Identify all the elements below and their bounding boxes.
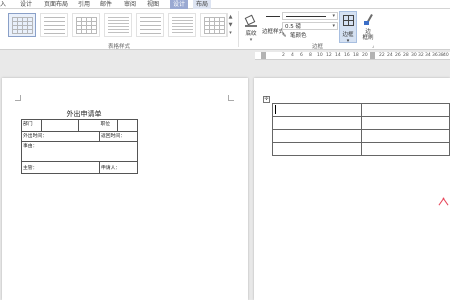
table-styles-gallery bbox=[8, 13, 238, 43]
ribbon-separator bbox=[238, 11, 239, 47]
ruler-tick: 30 bbox=[411, 53, 417, 58]
ruler-tick: 40 bbox=[443, 53, 449, 58]
table-cell[interactable] bbox=[360, 116, 450, 130]
tab-references[interactable]: 引用 bbox=[78, 0, 90, 9]
empty-table[interactable] bbox=[272, 103, 450, 156]
ribbon-tab-bar: 入 设计 页面布局 引用 邮件 审阅 视图 设计 布局 bbox=[0, 0, 450, 9]
ruler-tick: 18 bbox=[353, 53, 359, 58]
form-cell[interactable]: 外出时间： bbox=[21, 131, 100, 142]
text-cursor bbox=[275, 105, 276, 114]
page-corner-mark bbox=[15, 95, 21, 101]
form-cell[interactable]: 事由： bbox=[21, 141, 138, 162]
ruler-tick: 16 bbox=[344, 53, 350, 58]
ruler-column-marker[interactable] bbox=[370, 52, 375, 59]
shading-label: 底纹 bbox=[245, 31, 257, 37]
ruler-tick: 20 bbox=[362, 53, 368, 58]
ruler-tick: 2 bbox=[282, 53, 285, 58]
application-form-table[interactable]: 部门 职位 外出时间： 返回时间： 事由： 主管： 申请人： bbox=[21, 119, 138, 174]
borders-icon bbox=[342, 15, 354, 26]
form-cell[interactable]: 返回时间： bbox=[99, 131, 138, 142]
tab-review[interactable]: 审阅 bbox=[124, 0, 136, 9]
table-cell[interactable] bbox=[360, 103, 450, 117]
chevron-down-icon: ▾ bbox=[332, 23, 335, 29]
ruler-indent-marker[interactable] bbox=[261, 52, 266, 59]
gallery-scroll: ▲ ▼ ▾ bbox=[226, 13, 234, 37]
ruler-tick: 28 bbox=[403, 53, 409, 58]
tab-view[interactable]: 视图 bbox=[147, 0, 159, 9]
form-cell[interactable] bbox=[117, 119, 138, 132]
table-style-medium-grid[interactable] bbox=[200, 13, 228, 37]
form-cell[interactable]: 申请人： bbox=[99, 161, 138, 174]
pen-color-icon: ✎ bbox=[282, 33, 287, 39]
table-style-light-shading[interactable] bbox=[104, 13, 132, 37]
gallery-more-icon[interactable]: ▾ bbox=[227, 29, 234, 37]
dialog-launcher-icon[interactable]: ⌟ bbox=[372, 43, 374, 49]
pen-settings: ▾ 0.5 磅 ▾ ✎ 笔颜色 bbox=[282, 12, 338, 42]
horizontal-ruler[interactable]: 2 4 6 8 10 12 14 16 18 20 22 24 26 28 30… bbox=[255, 52, 450, 60]
border-styles-button[interactable]: 边框样式 bbox=[262, 11, 284, 43]
ruler-tick: 36 bbox=[432, 53, 438, 58]
ribbon: ▲ ▼ ▾ 表格样式 底纹 ▾ 边框样式 ▾ 0.5 磅 ▾ ✎ 笔颜色 边框 … bbox=[0, 9, 450, 50]
line-style-dropdown[interactable]: ▾ bbox=[282, 12, 338, 20]
pen-color-button[interactable]: 笔颜色 bbox=[290, 32, 307, 40]
table-styles-group-label: 表格样式 bbox=[108, 44, 131, 50]
form-cell[interactable]: 部门 bbox=[21, 119, 42, 132]
ruler-tick: 10 bbox=[317, 53, 323, 58]
form-cell[interactable]: 主管： bbox=[21, 161, 100, 174]
line-weight-dropdown[interactable]: 0.5 磅 ▾ bbox=[282, 22, 338, 30]
table-cell[interactable] bbox=[272, 116, 362, 130]
tab-design[interactable]: 设计 bbox=[20, 0, 32, 9]
form-title: 外出申请单 bbox=[66, 110, 102, 118]
shading-button[interactable]: 底纹 ▾ bbox=[242, 11, 260, 43]
watermark-mark bbox=[440, 196, 448, 206]
gallery-down-icon[interactable]: ▼ bbox=[227, 21, 234, 29]
table-style-medium-shading[interactable] bbox=[168, 13, 196, 37]
borders-button-label: 边框 bbox=[342, 32, 354, 38]
table-cell[interactable] bbox=[360, 142, 450, 156]
borders-button[interactable]: 边框 ▾ bbox=[339, 11, 357, 44]
table-move-handle-icon[interactable]: ✣ bbox=[263, 96, 270, 103]
table-style-plain[interactable] bbox=[40, 13, 68, 37]
form-cell[interactable]: 职位 bbox=[99, 119, 118, 132]
table-cell[interactable] bbox=[360, 129, 450, 143]
table-cell[interactable] bbox=[272, 103, 362, 117]
ruler-tick: 14 bbox=[335, 53, 341, 58]
tab-page-layout[interactable]: 页面布局 bbox=[44, 0, 68, 9]
table-cell[interactable] bbox=[272, 129, 362, 143]
form-cell[interactable] bbox=[78, 119, 100, 132]
page-corner-mark bbox=[228, 95, 234, 101]
tab-table-design[interactable]: 设计 bbox=[170, 0, 189, 9]
ruler-tick: 24 bbox=[387, 53, 393, 58]
form-cell[interactable] bbox=[41, 119, 79, 132]
ruler-tick: 12 bbox=[326, 53, 332, 58]
brush-icon bbox=[363, 14, 373, 26]
ruler-tick: 34 bbox=[425, 53, 431, 58]
gallery-up-icon[interactable]: ▲ bbox=[227, 13, 234, 21]
ruler-tick: 4 bbox=[291, 53, 294, 58]
paint-bucket-icon bbox=[244, 13, 257, 27]
border-painter-label-2: 框刷 bbox=[362, 35, 374, 41]
tab-mailings[interactable]: 邮件 bbox=[100, 0, 112, 9]
ruler-tick: 32 bbox=[418, 53, 424, 58]
border-painter-button[interactable]: 边 框刷 bbox=[359, 11, 377, 43]
tab-insert[interactable]: 入 bbox=[0, 0, 6, 9]
ruler-tick: 26 bbox=[395, 53, 401, 58]
ruler-tick: 6 bbox=[300, 53, 303, 58]
pen-weight-value: 0.5 磅 bbox=[285, 24, 301, 30]
table-style-grid[interactable] bbox=[8, 13, 36, 37]
borders-group-label: 边框 bbox=[312, 44, 324, 50]
tab-table-layout[interactable]: 布局 bbox=[193, 0, 212, 9]
border-styles-label: 边框样式 bbox=[262, 29, 285, 35]
chevron-down-icon: ▾ bbox=[249, 37, 253, 43]
document-page-left[interactable]: 外出申请单 部门 职位 外出时间： 返回时间： 事由： 主管： 申请人： bbox=[2, 78, 248, 300]
chevron-down-icon: ▾ bbox=[346, 38, 350, 44]
border-line-icon bbox=[266, 16, 280, 17]
chevron-down-icon: ▾ bbox=[332, 13, 335, 19]
table-cell[interactable] bbox=[272, 142, 362, 156]
ruler-tick: 22 bbox=[379, 53, 385, 58]
document-page-right[interactable]: ✣ bbox=[254, 78, 450, 300]
table-style-light-grid[interactable] bbox=[72, 13, 100, 37]
table-style-light-list[interactable] bbox=[136, 13, 164, 37]
ruler-tick: 8 bbox=[309, 53, 312, 58]
